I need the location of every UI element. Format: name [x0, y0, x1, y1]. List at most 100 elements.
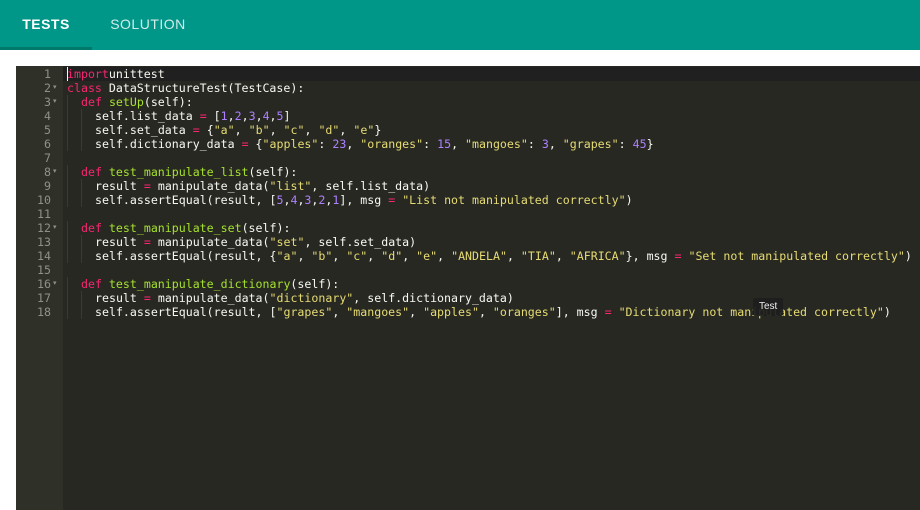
code-token: (self): [241, 221, 291, 235]
code-token: , self.dictionary_data) [353, 291, 514, 305]
code-token: , [297, 249, 312, 263]
code-token: "d" [318, 123, 340, 137]
code-token: "grapes" [562, 137, 619, 151]
code-line: self.list_data = [1,2,3,4,5] [63, 109, 291, 123]
code-token: 4 [262, 109, 270, 123]
code-token: self.assertEqual(result, { [95, 249, 277, 263]
code-token: def [81, 277, 102, 291]
code-token: result [95, 291, 144, 305]
code-token: = [192, 123, 200, 137]
code-token: "a" [213, 123, 235, 137]
code-token: = [143, 291, 151, 305]
code-token: "b" [248, 123, 270, 137]
code-line: result = manipulate_data("list", self.li… [63, 179, 430, 193]
code-token: , [402, 249, 417, 263]
code-token: ], msg [339, 193, 389, 207]
code-editor[interactable]: 1 2 ▾ 3 ▾ 4 5 6 7 8 ▾ 9 10 11 12 ▾ 13 14 15 16 ▾ 17 18 importu… [16, 66, 920, 510]
fold-toggle-icon[interactable]: ▾ [53, 165, 57, 179]
code-token: (self): [248, 165, 298, 179]
line-number: 4 [44, 109, 51, 123]
code-token: "a" [276, 249, 298, 263]
code-token: { [248, 137, 263, 151]
code-line: def setUp(self): [63, 95, 193, 109]
code-token: } [646, 137, 654, 151]
code-token: self.assertEqual(result, [ [95, 305, 277, 319]
line-number: 13 [37, 235, 51, 249]
code-token: "AFRICA" [569, 249, 626, 263]
line-number: 7 [44, 151, 51, 165]
code-token: , self.list_data) [311, 179, 431, 193]
tab-solution[interactable]: SOLUTION [92, 0, 204, 48]
code-token: = [604, 305, 612, 319]
code-token: , [409, 305, 424, 319]
code-token: , [555, 249, 570, 263]
code-text-area[interactable]: importunittest class DataStructureTest(Te… [63, 66, 920, 510]
code-token: , [332, 305, 347, 319]
code-token: , [304, 123, 319, 137]
code-token: 23 [332, 137, 347, 151]
code-line: self.assertEqual(result, [5,4,3,2,1], ms… [63, 193, 633, 207]
code-token: 5 [276, 109, 284, 123]
code-token: test_manipulate_list [108, 165, 249, 179]
line-number: 9 [44, 179, 51, 193]
code-token: "grapes" [276, 305, 333, 319]
code-token: 3 [541, 137, 549, 151]
code-token: ], msg [555, 305, 605, 319]
fold-toggle-icon[interactable]: ▾ [53, 81, 57, 95]
code-token: 3 [248, 109, 256, 123]
code-token: result [95, 235, 144, 249]
code-token: "oranges" [360, 137, 424, 151]
code-token: = [143, 179, 151, 193]
code-token: , [269, 123, 284, 137]
code-token: DataStructureTest(TestCase): [108, 81, 305, 95]
code-token: , [339, 123, 354, 137]
code-token: "list" [269, 179, 312, 193]
code-token: , [451, 137, 466, 151]
tooltip: Test [753, 298, 784, 316]
code-token: "set" [269, 235, 305, 249]
code-token: def [81, 221, 102, 235]
fold-toggle-icon[interactable]: ▾ [53, 277, 57, 291]
code-token: "e" [416, 249, 438, 263]
code-token: , [548, 137, 563, 151]
fold-toggle-icon[interactable]: ▾ [53, 95, 57, 109]
code-token: "List not manipulated correctly" [402, 193, 626, 207]
code-token: self.list_data [95, 109, 200, 123]
code-token: ] [283, 109, 291, 123]
tab-bar: TESTS SOLUTION [0, 0, 920, 50]
code-token: self.dictionary_data [95, 137, 242, 151]
line-number: 10 [37, 193, 51, 207]
code-token: "mangoes" [465, 137, 528, 151]
code-token: ) [904, 249, 912, 263]
code-token: , [255, 109, 263, 123]
code-token: setUp [108, 95, 144, 109]
code-token: manipulate_data( [150, 291, 270, 305]
fold-toggle-icon[interactable]: ▾ [53, 221, 57, 235]
code-line: self.dictionary_data = {"apples": 23, "o… [63, 137, 654, 151]
line-number: 17 [37, 291, 51, 305]
code-token: test_manipulate_dictionary [108, 277, 291, 291]
tab-tests[interactable]: TESTS [0, 0, 92, 50]
code-token: "b" [311, 249, 333, 263]
code-token: self.assertEqual(result, [ [95, 193, 277, 207]
code-token: def [81, 95, 102, 109]
code-token: "TIA" [520, 249, 556, 263]
code-token: , [234, 123, 249, 137]
code-token: , self.set_data) [304, 235, 417, 249]
code-token: ) [883, 305, 891, 319]
code-line: importunittest [63, 67, 920, 81]
code-token: , [367, 249, 382, 263]
code-token: : [318, 137, 333, 151]
code-token: "mangoes" [346, 305, 410, 319]
line-number: 2 [44, 81, 51, 95]
code-token: = [143, 235, 151, 249]
code-token: (self): [290, 277, 340, 291]
code-token: , [227, 109, 235, 123]
code-token: (self): [143, 95, 193, 109]
line-number: 18 [37, 305, 51, 319]
code-token: "e" [353, 123, 375, 137]
code-token: , [241, 109, 249, 123]
code-token: "ANDELA" [451, 249, 507, 263]
